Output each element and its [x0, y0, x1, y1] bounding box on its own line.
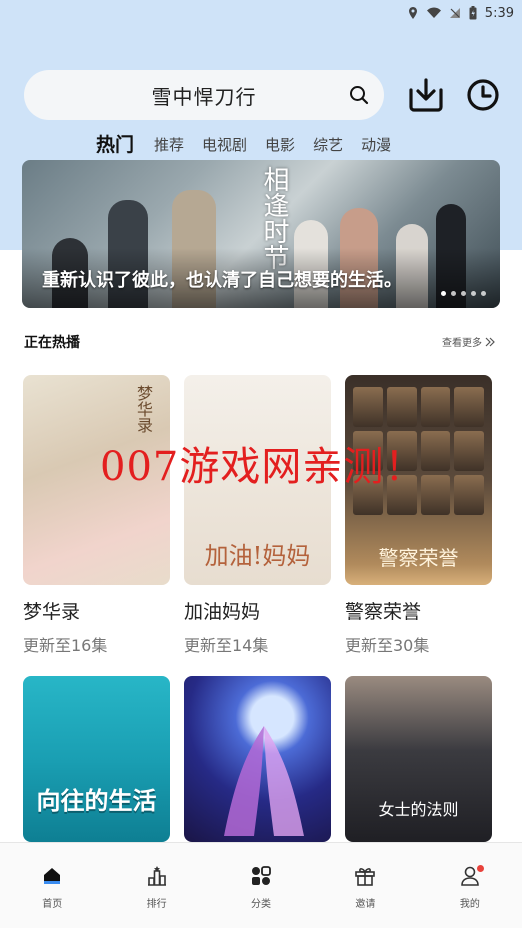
search-bar[interactable]: 雪中悍刀行 — [24, 70, 384, 120]
search-query[interactable]: 雪中悍刀行 — [152, 81, 257, 110]
banner-dot[interactable] — [451, 291, 456, 296]
banner-dot[interactable] — [481, 291, 486, 296]
nav-invite[interactable]: 邀请 — [313, 843, 417, 928]
double-chevron-right-icon[interactable] — [485, 337, 495, 347]
banner-caption: 重新认识了彼此，也认清了自己想要的生活。 — [42, 270, 402, 291]
show-title[interactable]: 加油妈妈 — [184, 597, 332, 624]
show-poster[interactable] — [184, 676, 331, 842]
nav-home-label[interactable]: 首页 — [42, 895, 62, 910]
banner-pagination — [441, 291, 486, 296]
show-title[interactable]: 梦华录 — [23, 597, 171, 624]
nav-category-label[interactable]: 分类 — [251, 895, 271, 910]
nav-home[interactable]: 首页 — [0, 843, 104, 928]
rank-icon[interactable] — [146, 865, 168, 887]
nav-profile[interactable]: 我的 — [418, 843, 522, 928]
bottom-navigation: 首页 排行 分类 邀请 我的 — [0, 842, 522, 928]
show-episode-status: 更新至14集 — [184, 636, 269, 655]
gift-icon[interactable] — [354, 865, 376, 887]
section-title: 正在热播 — [24, 335, 80, 351]
poster-title: 女士的法则 — [378, 800, 459, 819]
notification-badge — [476, 865, 484, 872]
poster-title: 警察荣誉 — [378, 546, 459, 570]
show-card[interactable] — [184, 676, 332, 842]
tab-anime[interactable]: 动漫 — [361, 132, 391, 158]
tab-tv-series[interactable]: 电视剧 — [202, 132, 247, 158]
tab-movies[interactable]: 电影 — [265, 132, 295, 158]
show-card[interactable]: 警察荣誉 警察荣誉 更新至30集 — [345, 375, 493, 656]
poster-title: 向往的生活 — [36, 786, 157, 815]
nav-invite-label[interactable]: 邀请 — [355, 895, 375, 910]
banner-dot[interactable] — [461, 291, 466, 296]
show-title[interactable]: 警察荣誉 — [345, 597, 493, 624]
tab-variety[interactable]: 综艺 — [313, 132, 343, 158]
poster-title: 梦华录 — [134, 385, 153, 433]
search-icon[interactable] — [348, 84, 370, 106]
nav-profile-label[interactable]: 我的 — [460, 895, 480, 910]
show-card[interactable]: 女士的法则 — [345, 676, 493, 842]
location-icon — [408, 7, 417, 19]
banner-dot[interactable] — [471, 291, 476, 296]
show-card[interactable]: 向往的生活 — [23, 676, 171, 842]
nav-category[interactable]: 分类 — [209, 843, 313, 928]
show-episode-status: 更新至16集 — [23, 636, 108, 655]
banner-dot[interactable] — [441, 291, 446, 296]
watermark-text: 007游戏网亲测！ — [100, 444, 426, 490]
see-more-label[interactable]: 查看更多 — [442, 334, 482, 349]
home-icon[interactable] — [41, 865, 63, 887]
nav-rank-label[interactable]: 排行 — [147, 895, 167, 910]
show-poster[interactable]: 向往的生活 — [23, 676, 170, 842]
category-tabs: 热门 推荐 电视剧 电影 综艺 动漫 — [96, 128, 409, 158]
show-card[interactable]: 加油!妈妈 加油妈妈 更新至14集 — [184, 375, 332, 656]
download-icon[interactable] — [408, 78, 444, 112]
poster-title: 加油!妈妈 — [204, 542, 311, 570]
tab-hot[interactable]: 热门 — [96, 132, 134, 158]
see-more-link[interactable]: 查看更多 — [442, 334, 495, 349]
status-bar: 5:39 — [0, 0, 522, 26]
show-episode-status: 更新至30集 — [345, 636, 430, 655]
tab-recommend[interactable]: 推荐 — [154, 132, 184, 158]
hero-banner[interactable]: 相逢时节 重新认识了彼此，也认清了自己想要的生活。 — [22, 160, 500, 308]
battery-icon — [469, 6, 477, 20]
status-time: 5:39 — [484, 5, 514, 21]
show-card[interactable]: 梦华录 梦华录 更新至16集 — [23, 375, 171, 656]
wifi-icon — [426, 7, 441, 18]
sim-icon — [449, 8, 460, 18]
show-poster[interactable]: 女士的法则 — [345, 676, 492, 842]
nav-rank[interactable]: 排行 — [104, 843, 208, 928]
history-clock-icon[interactable] — [466, 78, 500, 112]
poster-artwork — [224, 726, 304, 836]
category-icon[interactable] — [250, 865, 272, 887]
